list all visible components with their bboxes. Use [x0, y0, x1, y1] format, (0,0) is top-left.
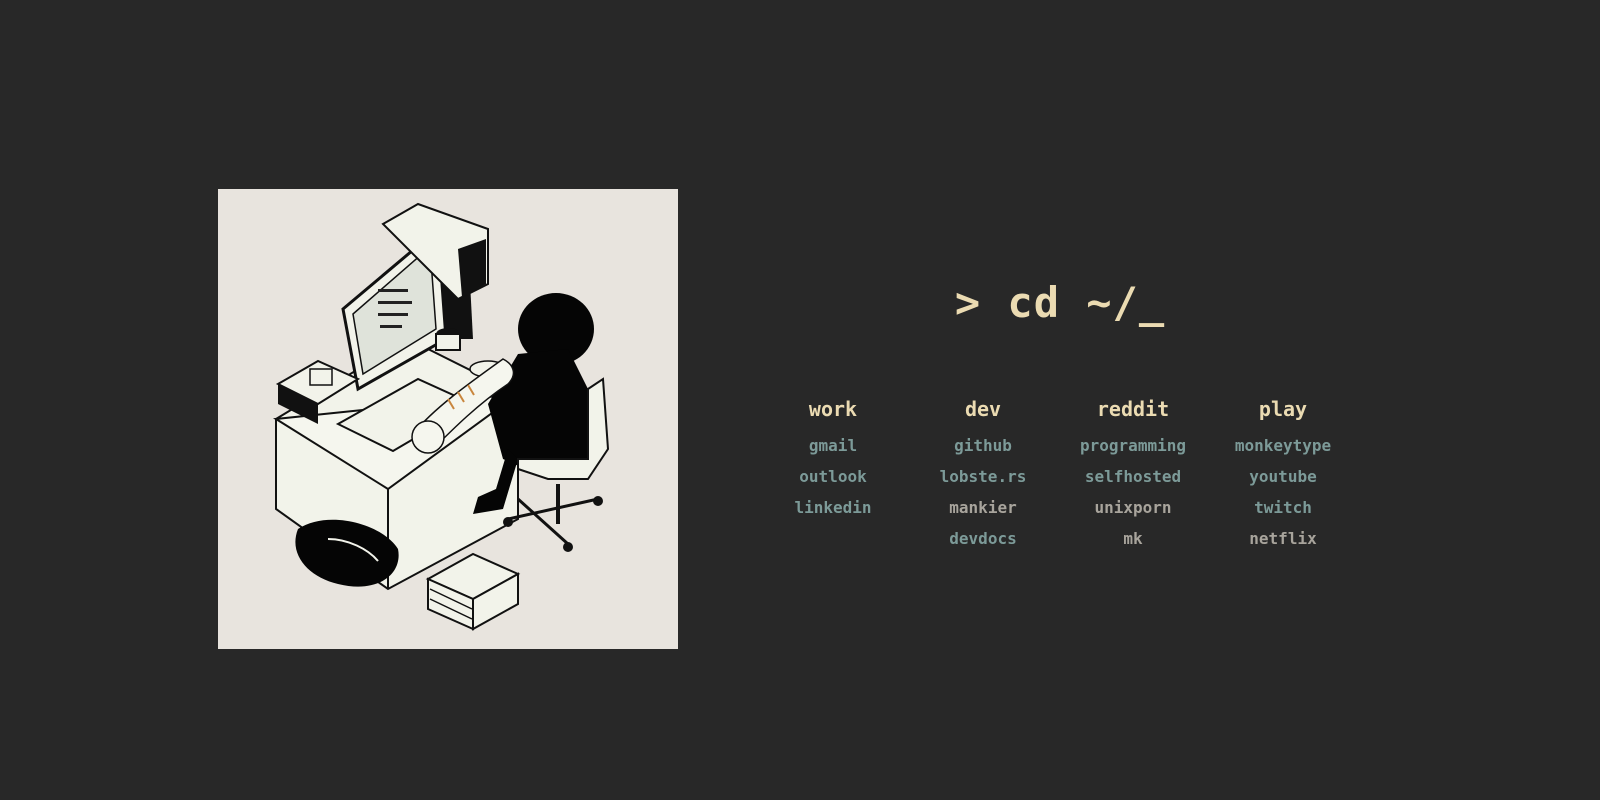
link-monkeytype[interactable]: monkeytype: [1208, 430, 1358, 461]
link-lobsters[interactable]: lobste.rs: [908, 461, 1058, 492]
link-youtube[interactable]: youtube: [1208, 461, 1358, 492]
column-title-work: work: [808, 397, 858, 421]
link-twitch[interactable]: twitch: [1208, 492, 1358, 523]
startpage: > cd ~/_ work gmail outlook linkedin dev…: [0, 0, 1600, 800]
link-programming[interactable]: programming: [1058, 430, 1208, 461]
column-reddit: reddit programming selfhosted unixporn m…: [1058, 396, 1208, 554]
link-selfhosted[interactable]: selfhosted: [1058, 461, 1208, 492]
link-outlook[interactable]: outlook: [758, 461, 908, 492]
column-work: work gmail outlook linkedin: [758, 396, 908, 554]
column-title-play: play: [1258, 397, 1308, 421]
link-mankier[interactable]: mankier: [908, 492, 1058, 523]
link-columns: work gmail outlook linkedin dev github l…: [758, 396, 1358, 554]
column-dev: dev github lobste.rs mankier devdocs: [908, 396, 1058, 554]
column-title-dev: dev: [964, 397, 1002, 421]
link-linkedin[interactable]: linkedin: [758, 492, 908, 523]
link-mk[interactable]: mk: [1058, 523, 1208, 554]
link-devdocs[interactable]: devdocs: [908, 523, 1058, 554]
column-play: play monkeytype youtube twitch netflix: [1208, 396, 1358, 554]
link-github[interactable]: github: [908, 430, 1058, 461]
column-title-reddit: reddit: [1096, 397, 1170, 421]
link-gmail[interactable]: gmail: [758, 430, 908, 461]
link-unixporn[interactable]: unixporn: [1058, 492, 1208, 523]
link-netflix[interactable]: netflix: [1208, 523, 1358, 554]
terminal-prompt-title: > cd ~/_: [954, 278, 1166, 327]
desk-illustration-image: [218, 189, 678, 649]
